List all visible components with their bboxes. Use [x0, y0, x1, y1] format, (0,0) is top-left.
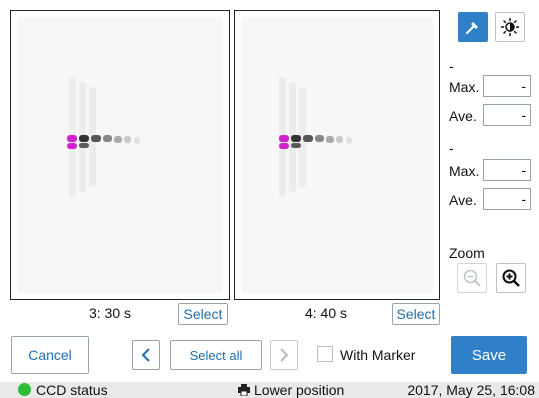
max-2-field[interactable]: -	[483, 159, 531, 181]
zoom-label: Zoom	[449, 245, 485, 261]
prev-button[interactable]	[132, 340, 160, 370]
cancel-button[interactable]: Cancel	[11, 336, 89, 374]
ave-1-field[interactable]: -	[483, 104, 531, 126]
ccd-status-label: CCD status	[36, 382, 108, 398]
with-marker-label: With Marker	[340, 347, 416, 363]
chevron-left-icon	[141, 348, 150, 362]
ave-2-label: Ave.	[449, 192, 477, 208]
image-panel-1[interactable]	[10, 10, 230, 300]
group-1-title: -	[449, 58, 454, 74]
status-bar: CCD status Lower position 2017, May 25, …	[0, 382, 539, 398]
max-1-field[interactable]: -	[483, 75, 531, 97]
with-marker-checkbox[interactable]	[317, 346, 333, 362]
panel-1-caption: 3: 30 s	[88, 305, 132, 321]
group-2-title: -	[449, 140, 454, 156]
save-button[interactable]: Save	[451, 336, 527, 374]
panel-2-caption: 4: 40 s	[304, 305, 348, 321]
chevron-right-icon	[280, 348, 289, 362]
position-label: Lower position	[254, 382, 345, 398]
datetime-label: 2017, May 25, 16:08	[407, 382, 535, 398]
marker-pick-button[interactable]	[458, 12, 488, 42]
blot-image-1	[17, 17, 223, 293]
image-panel-2[interactable]	[234, 10, 440, 300]
select-all-button[interactable]: Select all	[170, 340, 262, 370]
next-button[interactable]	[270, 340, 298, 370]
zoom-out-button[interactable]	[457, 263, 487, 293]
blot-image-2	[241, 17, 433, 293]
ccd-status-icon	[18, 383, 31, 396]
zoom-in-button[interactable]	[496, 263, 526, 293]
ave-1-label: Ave.	[449, 108, 477, 124]
printer-icon	[238, 384, 250, 396]
max-2-label: Max.	[449, 163, 480, 179]
panel-1-select-button[interactable]: Select	[178, 303, 228, 325]
zoom-in-icon	[502, 269, 520, 287]
marker-pick-icon	[465, 22, 478, 35]
ave-2-field[interactable]: -	[483, 188, 531, 210]
brightness-button[interactable]	[495, 12, 525, 42]
zoom-out-icon	[463, 269, 481, 287]
brightness-icon	[500, 17, 520, 37]
max-1-label: Max.	[449, 79, 480, 95]
panel-2-select-button[interactable]: Select	[392, 303, 440, 325]
